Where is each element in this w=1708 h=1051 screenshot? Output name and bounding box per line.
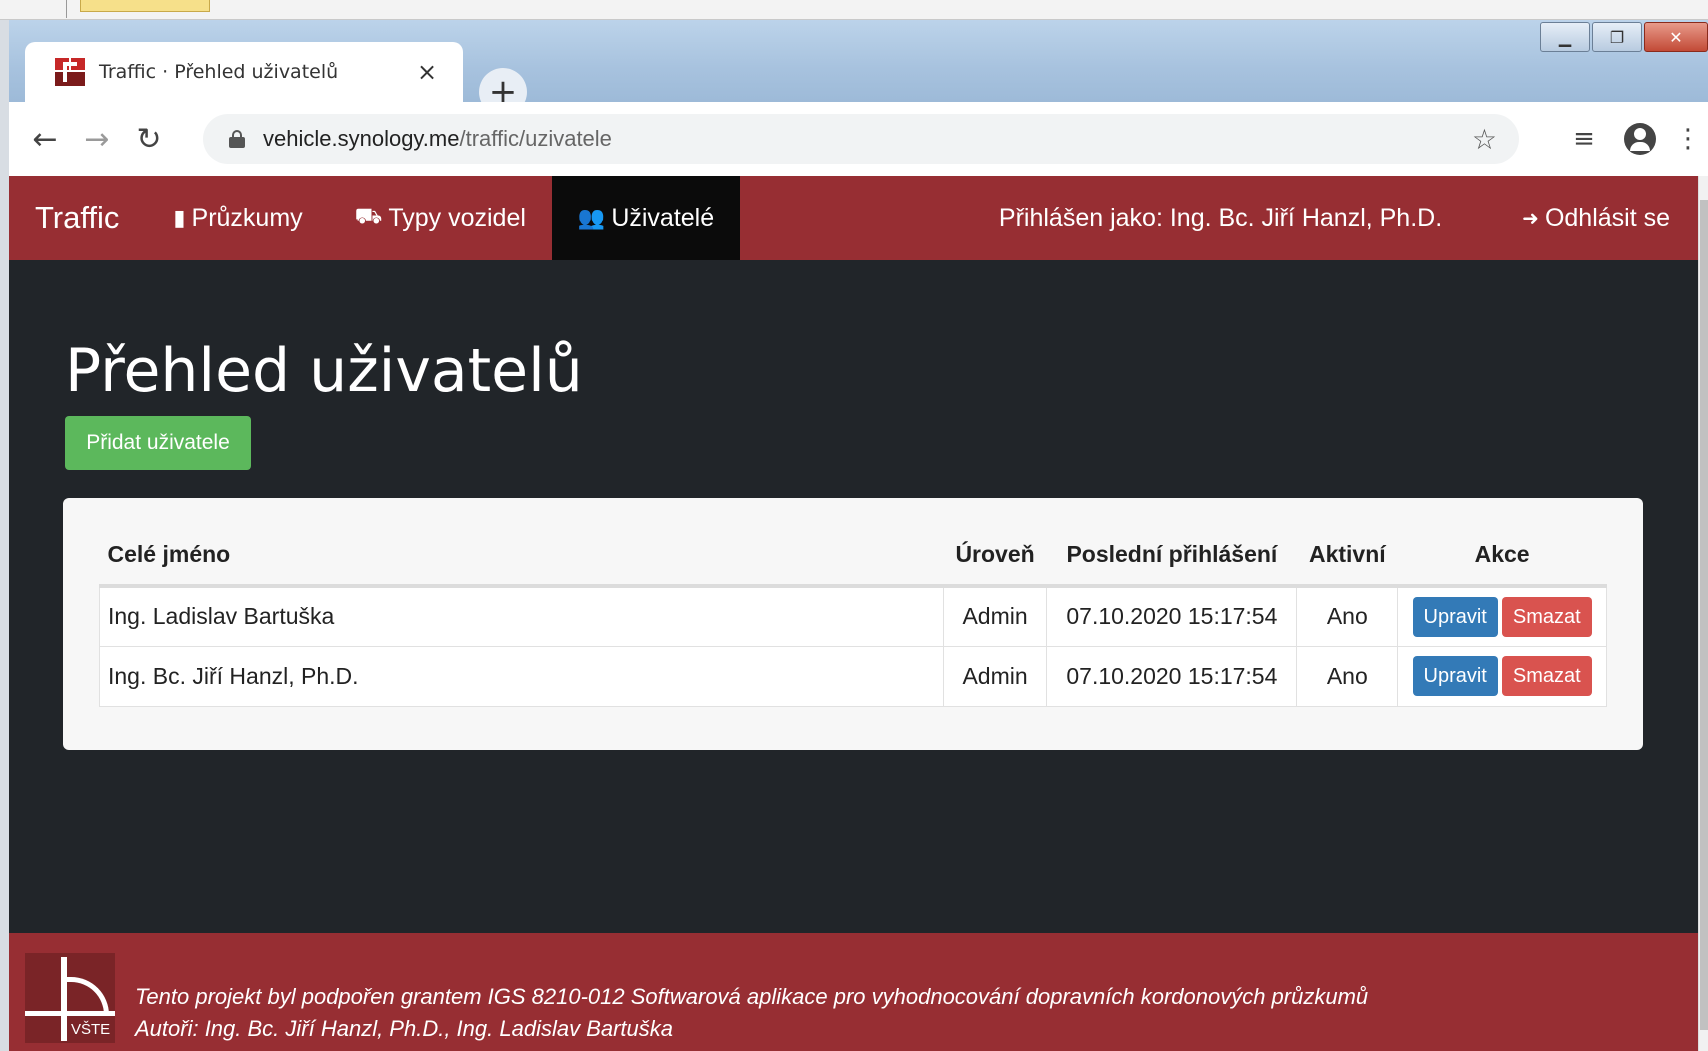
cell-actions: Upravit Smazat — [1397, 645, 1607, 707]
edit-button[interactable]: Upravit — [1412, 596, 1498, 637]
desktop-highlight-tab — [80, 0, 210, 12]
reload-icon[interactable]: ↻ — [123, 122, 175, 157]
cell-level: Admin — [942, 645, 1048, 707]
nav-item-label: Uživatelé — [611, 203, 715, 232]
cell-level: Admin — [942, 585, 1048, 647]
browser-tab[interactable]: Traffic · Přehled uživatelů × — [25, 42, 463, 102]
users-table: Celé jméno Úroveň Poslední přihlášení Ak… — [99, 524, 1607, 707]
page-title: Přehled uživatelů — [65, 336, 583, 406]
cell-actions: Upravit Smazat — [1397, 585, 1607, 647]
media-queue-icon[interactable]: ≡ — [1556, 124, 1612, 154]
nav-item-label: Průzkumy — [191, 203, 303, 232]
forward-arrow-icon[interactable]: → — [71, 122, 123, 157]
back-arrow-icon[interactable]: ← — [19, 122, 71, 157]
nav-item-typy-vozidel[interactable]: ⛟ Typy vozidel — [329, 176, 552, 260]
nav-item-label: Typy vozidel — [388, 203, 526, 232]
users-card: Celé jméno Úroveň Poslední přihlášení Ak… — [63, 498, 1643, 750]
cell-active: Ano — [1296, 585, 1399, 647]
add-user-button[interactable]: Přidat uživatele — [65, 416, 251, 470]
navbar-spacer — [740, 176, 999, 260]
table-row: Ing. Bc. Jiří Hanzl, Ph.D. Admin 07.10.2… — [99, 645, 1607, 707]
maximize-icon[interactable]: ❐ — [1592, 22, 1642, 52]
cell-name: Ing. Ladislav Bartuška — [99, 585, 944, 647]
site-footer: VŠTE Tento projekt byl podpořen grantem … — [9, 933, 1698, 1051]
profile-avatar-icon[interactable] — [1624, 123, 1656, 155]
browser-toolbar: ← → ↻ vehicle.synology.me/traffic/uzivat… — [9, 102, 1708, 176]
page-viewport: Traffic ▮ Průzkumy ⛟ Typy vozidel 👥 Uživ… — [9, 176, 1698, 1051]
users-icon: 👥 — [577, 205, 606, 231]
favicon-icon — [55, 58, 85, 86]
vste-logo: VŠTE — [25, 953, 115, 1043]
logout-label: Odhlásit se — [1544, 203, 1670, 232]
nav-item-pruzkumy[interactable]: ▮ Průzkumy — [147, 176, 328, 260]
scrollbar-thumb[interactable] — [1700, 200, 1708, 1030]
tab-title: Traffic · Přehled uživatelů — [99, 61, 339, 83]
footer-authors-text: Autoři: Ing. Bc. Jiří Hanzl, Ph.D., Ing.… — [135, 1016, 674, 1041]
tab-close-icon[interactable]: × — [409, 58, 445, 86]
column-header-level: Úroveň — [943, 524, 1047, 588]
menu-kebab-icon[interactable]: ⋮ — [1668, 124, 1708, 154]
column-header-actions: Akce — [1397, 524, 1607, 588]
site-navbar: Traffic ▮ Průzkumy ⛟ Typy vozidel 👥 Uživ… — [9, 176, 1698, 260]
url-host: vehicle.synology.me — [263, 126, 460, 151]
cell-last-login: 07.10.2020 15:17:54 — [1046, 645, 1298, 707]
delete-button[interactable]: Smazat — [1501, 656, 1592, 696]
window-controls: ▁ ❐ ✕ — [1538, 22, 1708, 52]
bookmark-star-icon[interactable]: ☆ — [1472, 123, 1497, 156]
lock-icon[interactable] — [229, 130, 245, 148]
logo-text: VŠTE — [71, 1021, 111, 1038]
cell-name: Ing. Bc. Jiří Hanzl, Ph.D. — [99, 645, 944, 707]
footer-text: Tento projekt byl podpořen grantem IGS 8… — [135, 981, 1368, 1045]
footer-grant-text: Tento projekt byl podpořen grantem IGS 8… — [135, 984, 1369, 1009]
minimize-icon[interactable]: ▁ — [1540, 22, 1590, 52]
delete-button[interactable]: Smazat — [1501, 596, 1592, 637]
page-scrollbar[interactable] — [1698, 176, 1708, 1051]
clipboard-icon: ▮ — [173, 205, 186, 231]
window-titlebar: ▁ ❐ ✕ Traffic · Přehled uživatelů × + — [9, 20, 1708, 116]
desktop-separator — [66, 0, 67, 18]
car-icon: ⛟ — [354, 204, 383, 229]
navbar-brand[interactable]: Traffic — [9, 176, 147, 260]
desktop-taskbar-top — [0, 0, 1708, 20]
sign-out-icon: ➜ — [1522, 206, 1539, 230]
column-header-last-login: Poslední přihlášení — [1046, 524, 1297, 588]
cell-active: Ano — [1296, 645, 1399, 707]
close-window-icon[interactable]: ✕ — [1644, 22, 1708, 52]
table-row: Ing. Ladislav Bartuška Admin 07.10.2020 … — [99, 585, 1607, 647]
column-header-name: Celé jméno — [99, 524, 944, 588]
column-header-active: Aktivní — [1296, 524, 1398, 588]
edit-button[interactable]: Upravit — [1412, 656, 1498, 696]
logout-link[interactable]: ➜ Odhlásit se — [1522, 176, 1698, 260]
cell-last-login: 07.10.2020 15:17:54 — [1046, 585, 1298, 647]
table-header-row: Celé jméno Úroveň Poslední přihlášení Ak… — [99, 524, 1607, 588]
url-path: /traffic/uzivatele — [459, 126, 612, 151]
browser-window: ▁ ❐ ✕ Traffic · Přehled uživatelů × + ← … — [9, 20, 1708, 1051]
logged-in-user: Přihlášen jako: Ing. Bc. Jiří Hanzl, Ph.… — [998, 203, 1443, 232]
toolbar-right: ≡ ⋮ — [1556, 102, 1708, 176]
nav-item-uzivatele[interactable]: 👥 Uživatelé — [551, 176, 741, 260]
address-bar[interactable]: vehicle.synology.me/traffic/uzivatele ☆ — [203, 114, 1519, 164]
